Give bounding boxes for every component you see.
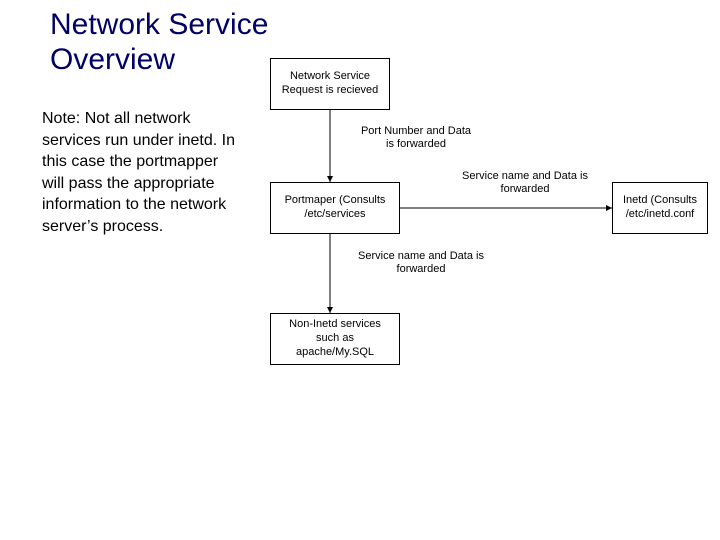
node-request-label: Network Service Request is recieved xyxy=(277,70,383,98)
note-text: Note: Not all network services run under… xyxy=(42,108,242,238)
page-title: Network Service Overview xyxy=(50,8,268,77)
node-portmapper: Portmaper (Consults /etc/services xyxy=(270,182,400,234)
node-portmapper-label: Portmaper (Consults /etc/services xyxy=(277,194,393,222)
node-non-inetd-label: Non-Inetd services such as apache/My.SQL xyxy=(277,318,393,359)
edge-label-request-to-portmapper: Port Number and Data is forwarded xyxy=(356,125,476,151)
node-request: Network Service Request is recieved xyxy=(270,58,390,110)
title-line-2: Overview xyxy=(50,43,175,76)
flow-diagram: Network Service Request is recieved Port… xyxy=(260,50,710,430)
node-inetd: Inetd (Consults /etc/inetd.conf xyxy=(612,182,708,234)
node-inetd-label: Inetd (Consults /etc/inetd.conf xyxy=(619,194,701,222)
title-line-1: Network Service xyxy=(50,8,268,41)
edge-label-portmapper-to-noninetd: Service name and Data is forwarded xyxy=(356,250,486,276)
edge-label-portmapper-to-inetd: Service name and Data is forwarded xyxy=(460,170,590,196)
node-non-inetd: Non-Inetd services such as apache/My.SQL xyxy=(270,313,400,365)
